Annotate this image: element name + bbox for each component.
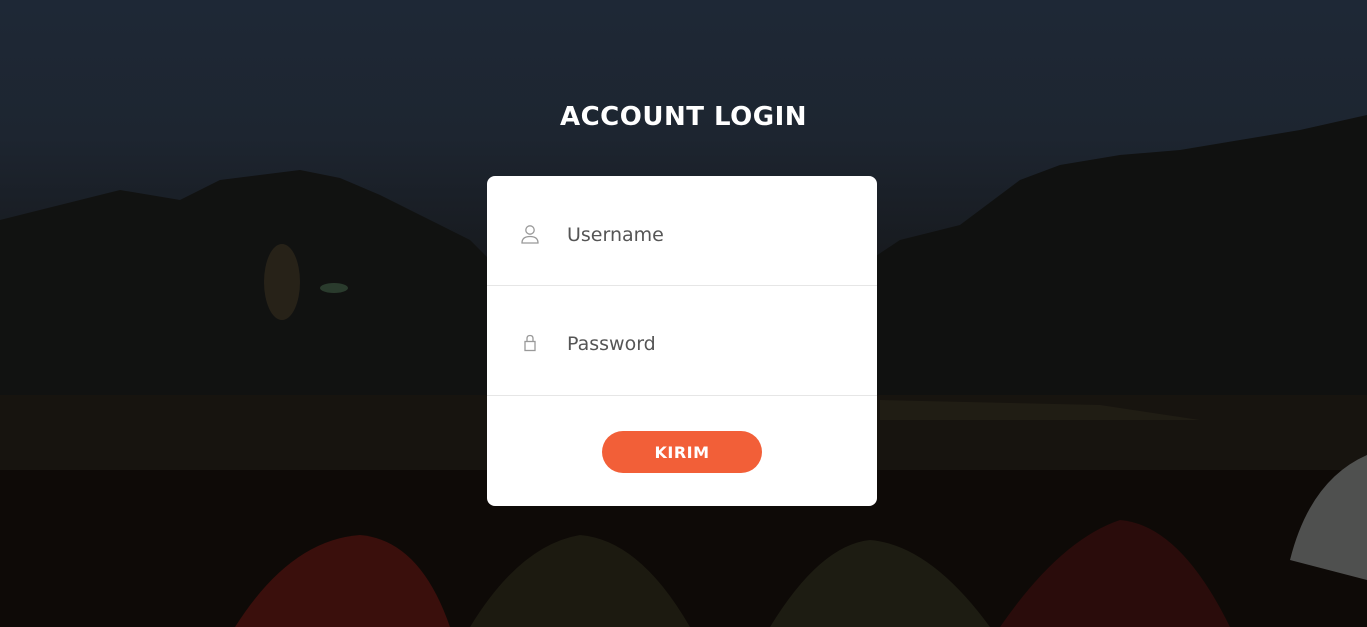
username-input[interactable] [567,221,857,249]
submit-button[interactable]: KIRIM [602,431,762,473]
lock-icon [520,333,540,353]
login-card: KIRIM [487,176,877,506]
password-input[interactable] [567,330,857,358]
page-title: ACCOUNT LOGIN [559,102,808,132]
username-row [487,176,877,286]
user-icon [520,224,540,244]
password-row [487,286,877,396]
